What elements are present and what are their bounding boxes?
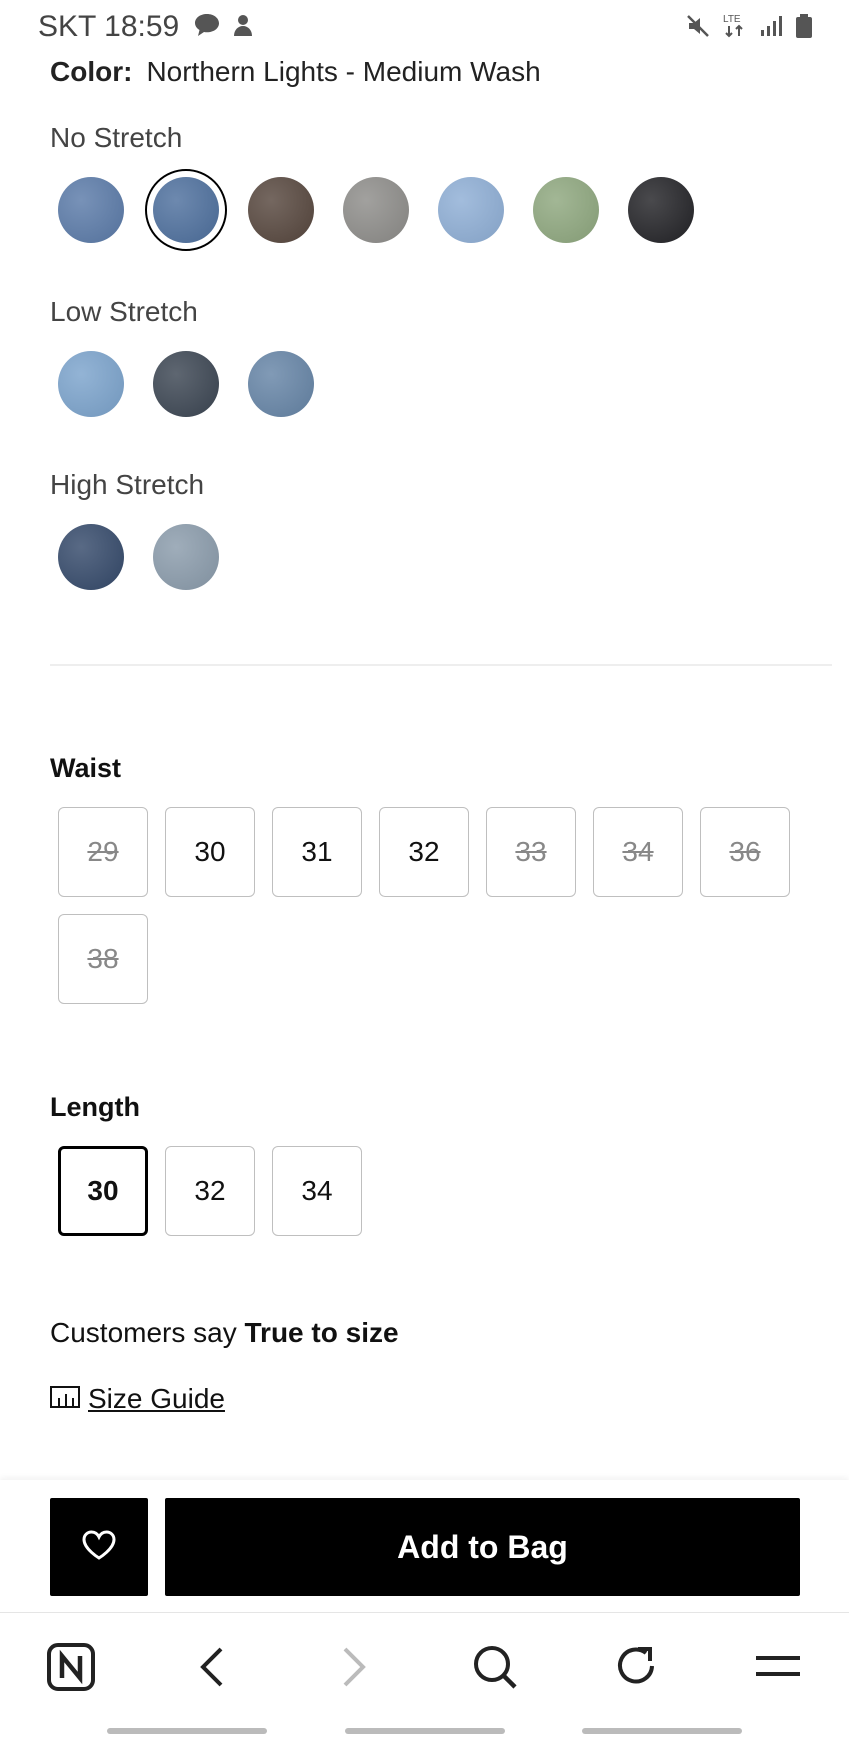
menu-icon	[754, 1652, 802, 1687]
size-option[interactable]: 33	[486, 807, 576, 897]
color-swatch[interactable]	[153, 524, 219, 590]
size-guide-label[interactable]: Size Guide	[88, 1383, 225, 1415]
color-swatch[interactable]	[628, 177, 694, 243]
battery-icon	[795, 13, 813, 44]
color-swatch[interactable]	[58, 177, 124, 243]
color-swatch[interactable]	[533, 177, 599, 243]
group-label-high-stretch: High Stretch	[50, 469, 205, 500]
notification-icon	[231, 12, 255, 43]
size-option[interactable]: 38	[58, 914, 148, 1004]
group-label-low-stretch: Low Stretch	[50, 296, 198, 327]
color-value: Northern Lights - Medium Wash	[146, 56, 541, 87]
chat-icon	[193, 12, 221, 43]
size-option[interactable]: 31	[272, 807, 362, 897]
color-swatch[interactable]	[58, 524, 124, 590]
svg-text:LTE: LTE	[723, 14, 741, 25]
signal-icon	[759, 14, 783, 43]
mute-icon	[685, 13, 711, 44]
color-swatch[interactable]	[153, 351, 219, 417]
swatch-row-no-stretch	[58, 169, 694, 251]
browser-search-button[interactable]	[467, 1641, 523, 1697]
size-option[interactable]: 34	[272, 1146, 362, 1236]
browser-nav-bar	[0, 1612, 849, 1722]
fit-note-value: True to size	[244, 1317, 399, 1348]
chevron-right-icon	[339, 1645, 369, 1694]
waist-title: Waist	[50, 753, 122, 783]
carrier-time: SKT 18:59	[38, 10, 180, 43]
status-bar: SKT 18:59 LTE	[0, 0, 849, 50]
color-swatch[interactable]	[58, 351, 124, 417]
color-swatch[interactable]	[343, 177, 409, 243]
browser-refresh-button[interactable]	[609, 1641, 665, 1697]
browser-menu-button[interactable]	[750, 1641, 806, 1697]
size-option[interactable]: 30	[58, 1146, 148, 1236]
color-label: Color:	[50, 56, 133, 87]
length-title: Length	[50, 1092, 140, 1122]
wishlist-button[interactable]	[50, 1498, 148, 1596]
color-swatch[interactable]	[145, 169, 227, 251]
chevron-left-icon	[197, 1645, 227, 1694]
color-swatch[interactable]	[438, 177, 504, 243]
fit-note: Customers say True to size	[50, 1317, 399, 1349]
color-swatch[interactable]	[248, 351, 314, 417]
color-line: Color: Northern Lights - Medium Wash	[50, 56, 541, 88]
search-icon	[472, 1644, 518, 1695]
color-swatch[interactable]	[248, 177, 314, 243]
lte-icon: LTE	[723, 12, 747, 45]
size-guide-link[interactable]: Size Guide	[50, 1383, 225, 1415]
size-option[interactable]: 29	[58, 807, 148, 897]
browser-forward-button[interactable]	[326, 1641, 382, 1697]
heart-icon	[81, 1529, 117, 1566]
size-option[interactable]: 30	[165, 807, 255, 897]
size-option[interactable]: 32	[165, 1146, 255, 1236]
add-to-bag-button[interactable]: Add to Bag	[165, 1498, 800, 1596]
section-divider	[50, 664, 832, 666]
size-option[interactable]: 32	[379, 807, 469, 897]
size-option[interactable]: 36	[700, 807, 790, 897]
ruler-icon	[50, 1383, 80, 1415]
swatch-row-high-stretch	[58, 524, 219, 590]
swatch-row-low-stretch	[58, 351, 314, 417]
fit-note-prefix: Customers say	[50, 1317, 245, 1348]
n-logo-icon	[46, 1642, 96, 1697]
gesture-bar-left	[107, 1728, 267, 1734]
action-bar: Add to Bag	[0, 1480, 849, 1612]
gesture-bar-center	[345, 1728, 505, 1734]
browser-back-button[interactable]	[184, 1641, 240, 1697]
gesture-bar-right	[582, 1728, 742, 1734]
group-label-no-stretch: No Stretch	[50, 122, 183, 153]
size-option[interactable]: 34	[593, 807, 683, 897]
refresh-icon	[614, 1644, 660, 1695]
browser-home-button[interactable]	[43, 1641, 99, 1697]
